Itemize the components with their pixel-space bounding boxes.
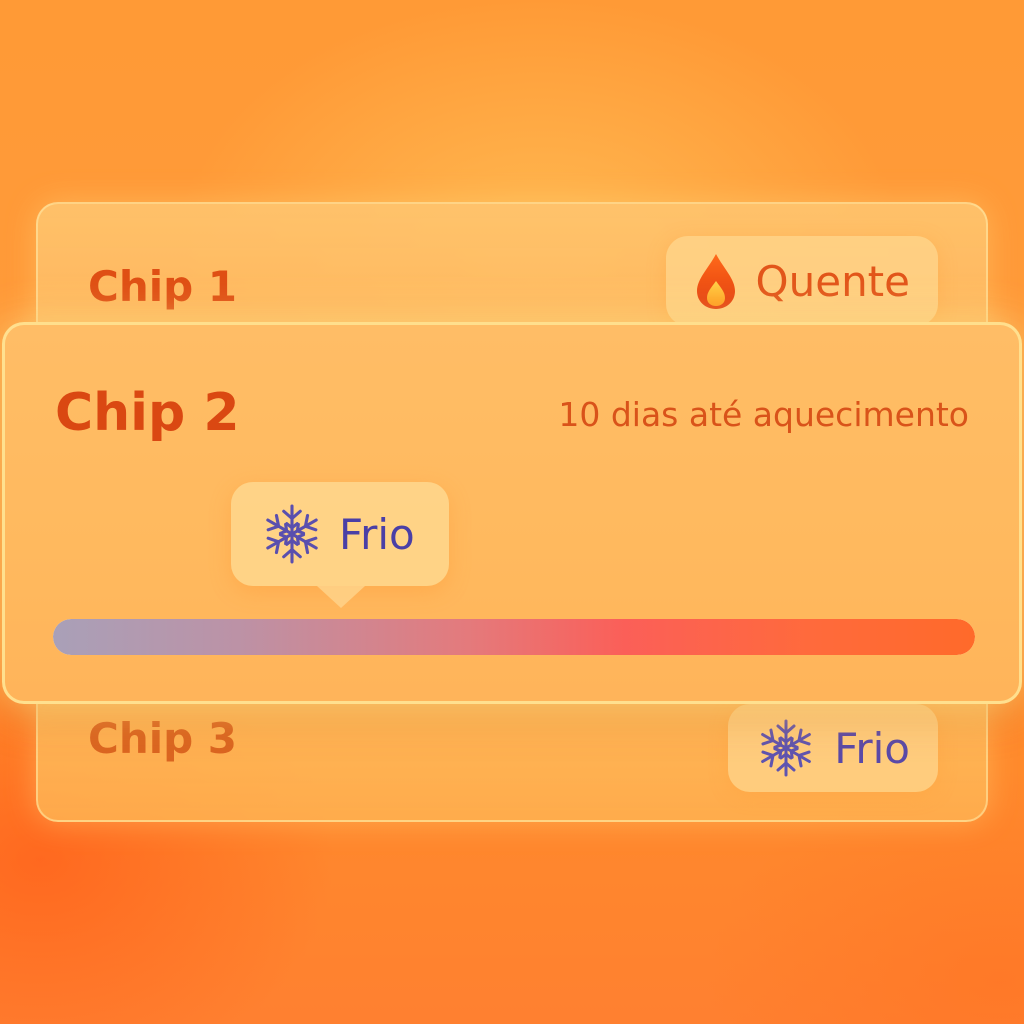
flame-icon	[694, 251, 738, 311]
status-label: Quente	[755, 256, 910, 306]
status-tooltip-cold: Frio	[231, 482, 449, 608]
snowflake-icon	[261, 503, 323, 565]
status-label: Frio	[834, 723, 910, 773]
status-badge-hot[interactable]: Quente	[665, 236, 938, 326]
status-label: Frio	[339, 509, 415, 559]
chip-title: Chip 1	[88, 262, 238, 311]
chip-card-2[interactable]: Chip 2 10 dias até aquecimento Frio	[2, 322, 1022, 704]
warmup-progress-fill	[53, 619, 975, 655]
tooltip-pointer	[317, 586, 365, 608]
chip-title: Chip 3	[88, 714, 238, 763]
status-badge-cold[interactable]: Frio	[728, 704, 938, 792]
warmup-countdown: 10 dias até aquecimento	[558, 395, 969, 434]
snowflake-icon	[756, 718, 816, 778]
warmup-progress-bar	[53, 619, 975, 655]
chip-title: Chip 2	[55, 383, 240, 443]
